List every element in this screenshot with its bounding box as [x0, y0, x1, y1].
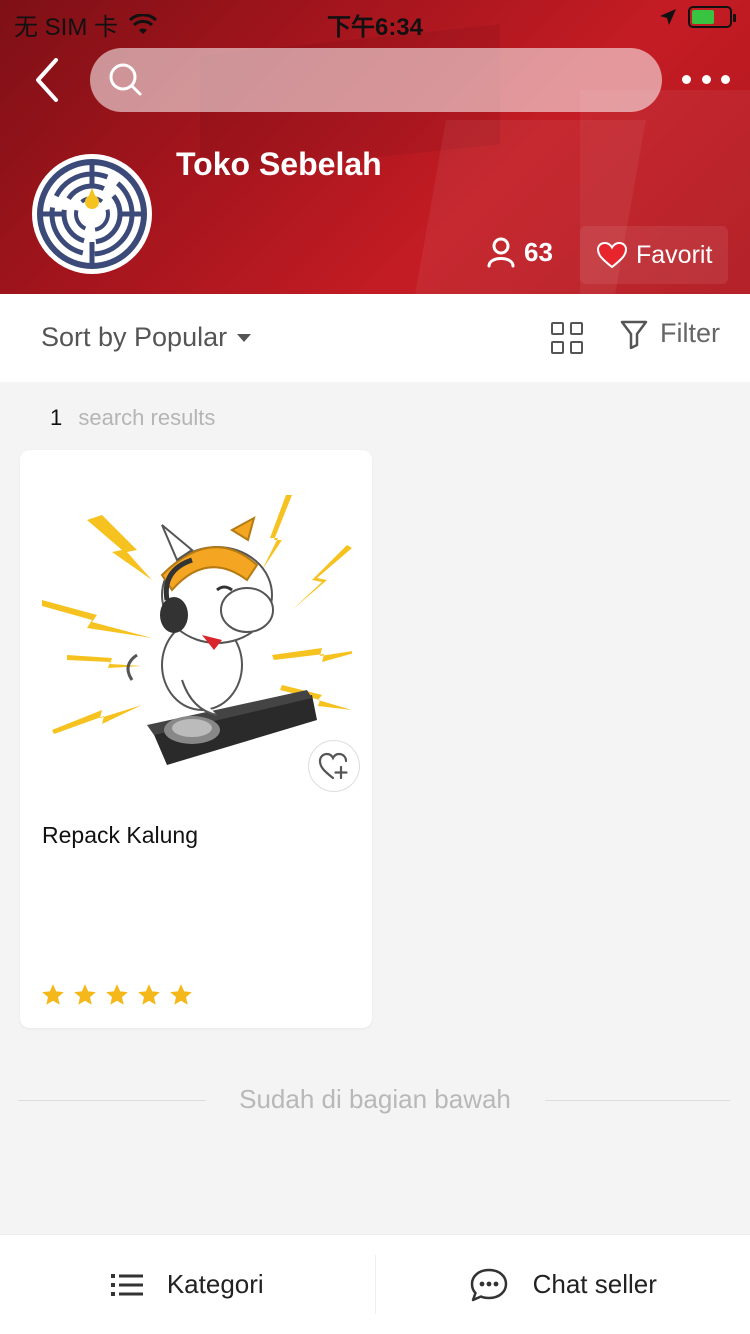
- results-number: 1: [50, 405, 63, 430]
- chat-seller-button[interactable]: Chat seller: [376, 1235, 750, 1334]
- list-icon: [110, 1273, 143, 1296]
- filter-button[interactable]: Filter: [620, 318, 720, 349]
- grid-square-icon: [570, 322, 583, 335]
- followers-number: 63: [524, 236, 553, 267]
- sort-filter-toolbar: Sort by Popular Filter: [0, 294, 750, 382]
- filter-label: Filter: [660, 318, 720, 348]
- shop-header: 无 SIM 卡 下午6:34 Toko Sebelah 63 Favorit: [0, 0, 750, 294]
- add-to-wishlist-button[interactable]: [308, 740, 360, 792]
- product-rating: [40, 982, 194, 1008]
- product-card[interactable]: Repack Kalung: [20, 450, 372, 1028]
- star-icon: [42, 984, 64, 1005]
- user-icon: [487, 237, 515, 268]
- filter-funnel-icon: [620, 320, 648, 349]
- followers-count: 63: [486, 236, 553, 268]
- search-input[interactable]: [154, 64, 662, 96]
- favorite-button[interactable]: Favorit: [580, 226, 728, 284]
- product-title: Repack Kalung: [42, 822, 198, 848]
- status-right: [658, 6, 736, 28]
- bottom-action-bar: Kategori Chat seller: [0, 1234, 750, 1334]
- end-of-list-text: Sudah di bagian bawah: [239, 1084, 511, 1114]
- battery-icon: [688, 6, 736, 28]
- chevron-left-icon: [36, 58, 58, 102]
- caret-down-icon: [237, 333, 252, 342]
- chat-bubble-icon: [470, 1268, 507, 1301]
- search-bar[interactable]: [90, 48, 662, 112]
- product-image: [42, 495, 352, 765]
- category-label: Kategori: [166, 1269, 264, 1299]
- favorite-label: Favorit: [636, 240, 713, 269]
- search-icon: [109, 63, 142, 96]
- grid-square-icon: [570, 341, 583, 354]
- shop-avatar[interactable]: [32, 154, 152, 274]
- grid-view-toggle[interactable]: [551, 322, 583, 354]
- heart-icon: [596, 241, 628, 269]
- more-options-button[interactable]: [682, 64, 730, 94]
- chat-seller-label: Chat seller: [532, 1269, 657, 1299]
- maze-logo-icon: [37, 159, 147, 269]
- results-count: 1 search results: [50, 405, 215, 431]
- back-button[interactable]: [22, 52, 72, 108]
- more-dot-icon: [701, 74, 711, 84]
- heart-plus-icon: [318, 752, 348, 780]
- status-bar: 无 SIM 卡 下午6:34: [0, 0, 750, 41]
- more-dot-icon: [721, 74, 730, 84]
- grid-square-icon: [551, 341, 564, 354]
- star-icon: [106, 984, 128, 1005]
- shop-name: Toko Sebelah: [176, 146, 382, 182]
- end-of-list-note: Sudah di bagian bawah: [0, 1082, 750, 1118]
- star-icon: [138, 984, 160, 1005]
- shop-page: 无 SIM 卡 下午6:34 Toko Sebelah 63 Favorit S…: [0, 0, 750, 1334]
- more-dot-icon: [682, 74, 691, 84]
- sort-dropdown[interactable]: Sort by Popular: [41, 322, 252, 353]
- star-icon: [170, 984, 192, 1005]
- sort-label: Sort by Popular: [41, 322, 228, 352]
- results-label: search results: [78, 405, 216, 430]
- status-time: 下午6:34: [326, 14, 424, 41]
- grid-square-icon: [551, 322, 564, 335]
- star-icon: [74, 984, 96, 1005]
- location-arrow-icon: [660, 9, 676, 25]
- category-button[interactable]: Kategori: [0, 1235, 375, 1334]
